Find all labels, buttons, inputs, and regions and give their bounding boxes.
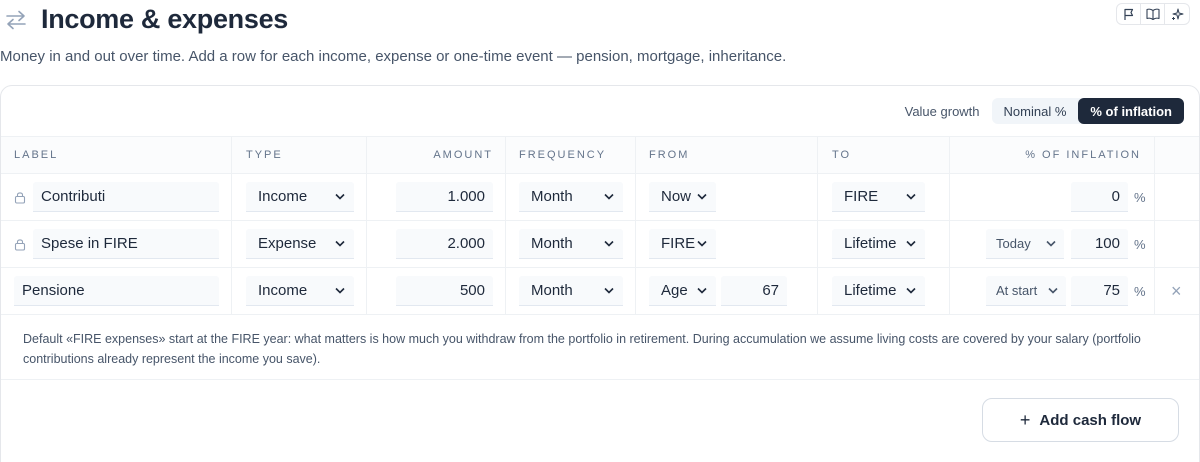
value-growth-toggle: Nominal % % of inflation [991,98,1184,124]
label-input[interactable]: Spese in FIRE [33,229,219,259]
header-toolbar [1116,3,1190,25]
from-select[interactable]: Age [649,276,716,306]
remove-row-icon[interactable]: × [1171,281,1182,302]
flag-icon[interactable] [1117,4,1141,24]
chevron-down-icon [604,193,614,200]
chevron-down-icon [1046,240,1056,247]
type-select[interactable]: Expense [246,229,354,259]
plus-icon: + [1019,409,1031,430]
percent-sign: % [1134,283,1146,299]
label-input[interactable]: Contributi [33,182,219,212]
amount-input[interactable]: 1.000 [396,182,493,212]
nominal-option[interactable]: Nominal % [992,98,1079,124]
to-select[interactable]: Lifetime [832,229,925,259]
inflation-timing-select[interactable]: At start [986,276,1066,306]
col-frequency: FREQUENCY [519,149,607,161]
col-type: TYPE [246,149,283,161]
chevron-down-icon [697,287,707,294]
type-select[interactable]: Income [246,182,354,212]
page-header: Income & expenses [0,0,1200,42]
to-select[interactable]: FIRE [832,182,925,212]
chevron-down-icon [906,240,916,247]
to-select[interactable]: Lifetime [832,276,925,306]
chevron-down-icon [335,287,345,294]
chevron-down-icon [697,240,707,247]
chevron-down-icon [335,193,345,200]
table-row: Pensione Income 500 Month Age 67 Lifetim… [1,267,1199,314]
col-label: LABEL [14,149,59,161]
from-age-input[interactable]: 67 [721,276,787,306]
col-to: TO [832,149,852,161]
label-input[interactable]: Pensione [14,276,219,306]
page-subtitle: Money in and out over time. Add a row fo… [0,48,787,65]
divider [1,379,1199,380]
percent-sign: % [1134,189,1146,205]
inflation-input[interactable]: 75 [1071,276,1128,306]
add-cash-flow-label: Add cash flow [1039,411,1142,429]
cash-flow-table: LABEL TYPE AMOUNT FREQUENCY FROM TO % OF… [1,136,1199,315]
book-icon[interactable] [1141,4,1165,24]
chevron-down-icon [335,240,345,247]
from-select[interactable]: FIRE [649,229,716,259]
frequency-select[interactable]: Month [519,182,623,212]
frequency-select[interactable]: Month [519,276,623,306]
col-from: FROM [649,149,690,161]
col-amount: AMOUNT [433,149,493,161]
amount-input[interactable]: 2.000 [396,229,493,259]
chevron-down-icon [1048,287,1058,294]
chevron-down-icon [697,193,707,200]
from-select[interactable]: Now [649,182,716,212]
chevron-down-icon [906,287,916,294]
inflation-input[interactable]: 0 [1071,182,1128,212]
table-row: Spese in FIRE Expense 2.000 Month FIRE L… [1,220,1199,267]
chevron-down-icon [906,193,916,200]
percent-sign: % [1134,236,1146,252]
amount-input[interactable]: 500 [396,276,493,306]
type-select[interactable]: Income [246,276,354,306]
chevron-down-icon [604,240,614,247]
lock-icon [14,191,26,204]
inflation-input[interactable]: 100 [1071,229,1128,259]
chevron-down-icon [604,287,614,294]
frequency-select[interactable]: Month [519,229,623,259]
col-inflation: % OF INFLATION [1025,149,1141,161]
page-title: Income & expenses [41,4,289,34]
add-cash-flow-button[interactable]: + Add cash flow [982,398,1179,442]
value-growth-control: Value growth Nominal % % of inflation [905,98,1184,124]
table-header-row: LABEL TYPE AMOUNT FREQUENCY FROM TO % OF… [1,136,1199,173]
swap-arrows-icon [6,10,26,30]
inflation-option[interactable]: % of inflation [1078,98,1184,124]
value-growth-label: Value growth [904,103,980,119]
sparkle-icon[interactable] [1165,4,1189,24]
cash-flow-card: Value growth Nominal % % of inflation LA… [0,85,1200,462]
inflation-timing-select[interactable]: Today [986,229,1064,259]
fire-expenses-note: Default «FIRE expenses» start at the FIR… [23,332,1141,366]
lock-icon [14,238,26,251]
table-row: Contributi Income 1.000 Month Now FIRE 0… [1,173,1199,220]
